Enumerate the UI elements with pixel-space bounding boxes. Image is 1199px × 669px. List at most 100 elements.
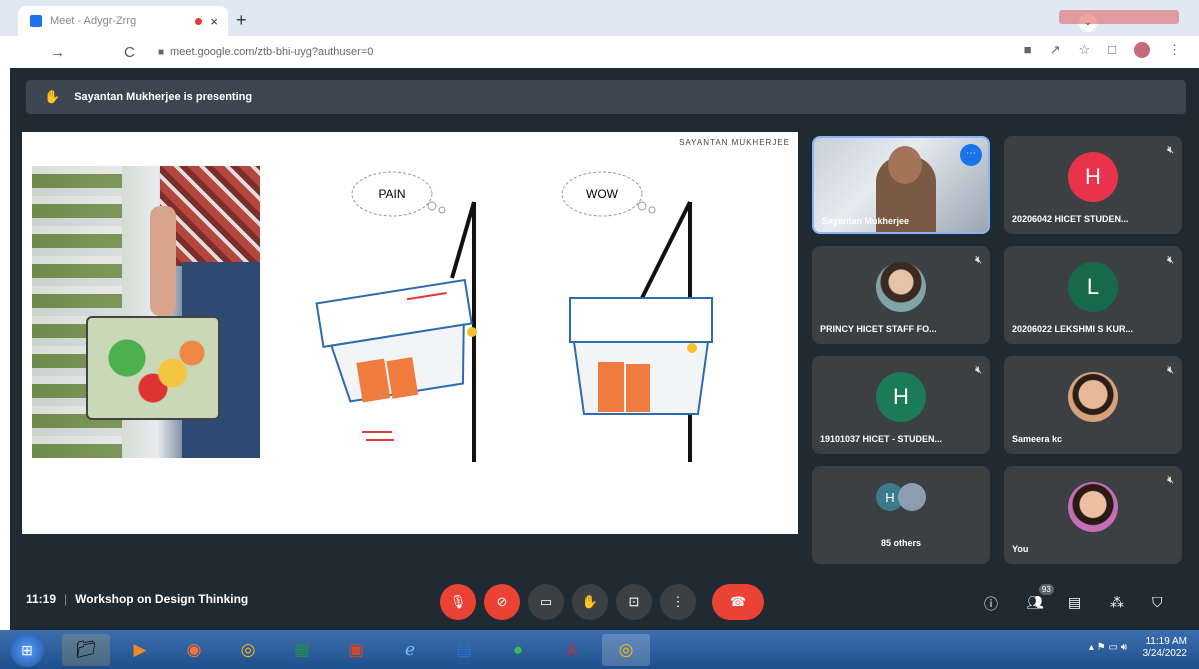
shopping-basket-photo — [32, 166, 260, 458]
participant-name: 20206042 HICET STUDEN... — [1012, 214, 1129, 224]
acrobat-icon[interactable]: ⅄ — [548, 634, 596, 666]
raise-hand-button[interactable]: ✋ — [572, 584, 608, 620]
pain-label: PAIN — [378, 187, 405, 201]
word-icon[interactable]: ▤ — [440, 634, 488, 666]
address-bar[interactable]: ■ meet.google.com/ztb-bhi-uyg?authuser=0 — [158, 41, 1058, 63]
tray-icons[interactable]: ▴ ⚑ ▭ 🔊︎ — [1089, 642, 1127, 653]
captions-button[interactable]: ▭ — [528, 584, 564, 620]
presentation-slide: SAYANTAN MUKHERJEE PAIN WOW — [22, 132, 798, 534]
reload-icon[interactable]: C — [124, 44, 148, 61]
bookmark-star-icon[interactable]: ☆ — [1078, 42, 1090, 58]
others-avatars: H — [876, 483, 926, 512]
participant-tile[interactable]: 🔇︎ H 20206042 HICET STUDEN... — [1004, 136, 1182, 234]
mic-off-icon: 🎙︎ — [449, 594, 467, 609]
more-options-button[interactable]: ⋮ — [660, 584, 696, 620]
captions-icon: ▭ — [539, 594, 553, 609]
participant-tile[interactable]: 🔇︎ L 20206022 LEKSHMI S KUR... — [1004, 246, 1182, 344]
participant-name: 20206022 LEKSHMI S KUR... — [1012, 324, 1134, 334]
participant-name: Sameera kc — [1012, 434, 1063, 444]
present-button[interactable]: ⊡ — [616, 584, 652, 620]
clock-time: 11:19 AM — [1145, 636, 1187, 647]
meet-favicon-icon — [30, 15, 42, 27]
chat-icon: ▤ — [1068, 594, 1082, 610]
participant-name: PRINCY HICET STAFF FO... — [820, 324, 937, 334]
avatar — [1068, 482, 1118, 533]
others-tile[interactable]: H 85 others — [812, 466, 990, 564]
start-button[interactable]: ⊞ — [10, 633, 44, 667]
window-controls[interactable] — [1059, 10, 1179, 24]
menu-kebab-icon[interactable]: ⋮ — [1168, 42, 1181, 58]
self-tile[interactable]: 🔇︎ You — [1004, 466, 1182, 564]
camera-off-icon: ⊘ — [496, 594, 508, 609]
avatar — [876, 262, 926, 313]
meeting-info: 11:19 | Workshop on Design Thinking — [26, 592, 249, 606]
hang-up-icon: ☎ — [729, 594, 747, 609]
shield-icon: ⛉ — [1152, 594, 1163, 610]
hand-icon: ✋ — [581, 594, 599, 609]
participant-tile[interactable]: 🔇︎ PRINCY HICET STAFF FO... — [812, 246, 990, 344]
mic-muted-icon: 🔇︎ — [1167, 364, 1174, 376]
profile-avatar[interactable] — [1134, 42, 1150, 58]
avatar — [1068, 372, 1118, 423]
mic-muted-icon: 🔇︎ — [975, 364, 982, 376]
mic-muted-icon: 🔇︎ — [1167, 254, 1174, 266]
chrome-icon[interactable]: ◎ — [224, 634, 272, 666]
participant-name: 19101037 HICET - STUDEN... — [820, 434, 943, 444]
avatar: L — [1068, 262, 1118, 313]
tab-close-icon[interactable]: × — [210, 14, 218, 29]
meet-window: ✋ Sayantan Mukherjee is presenting SAYAN… — [10, 68, 1199, 630]
basket-sketch-diagram: PAIN WOW — [315, 171, 713, 462]
mic-muted-icon: 🔇︎ — [1167, 474, 1174, 486]
camera-toggle-button[interactable]: ⊘ — [484, 584, 520, 620]
mic-toggle-button[interactable]: 🎙︎ — [440, 584, 476, 620]
meeting-details-button[interactable]: ⓘ — [984, 594, 998, 614]
participant-name: You — [1012, 544, 1029, 554]
camera-in-use-icon[interactable]: ■ — [1024, 42, 1032, 58]
browser-toolbar: → C ■ meet.google.com/ztb-bhi-uyg?authus… — [0, 36, 1199, 68]
leave-call-button[interactable]: ☎ — [712, 584, 764, 620]
host-controls-button[interactable]: ⛉ — [1152, 594, 1163, 611]
people-icon: 👥︎ — [1026, 594, 1044, 610]
share-icon[interactable]: ↗ — [1050, 42, 1061, 58]
internet-explorer-icon[interactable]: ℯ — [386, 634, 434, 666]
presenter-hand-icon: ✋ — [44, 89, 61, 104]
network-globe-icon[interactable]: ● — [494, 634, 542, 666]
presenting-text: Sayantan Mukherjee is presenting — [74, 91, 253, 103]
meeting-clock: 11:19 — [26, 592, 57, 606]
activities-button[interactable]: ⁂ — [1110, 594, 1124, 611]
powerpoint-icon[interactable]: ▣ — [332, 634, 380, 666]
participant-tile[interactable]: 🔇︎ H 19101037 HICET - STUDEN... — [812, 356, 990, 454]
os-taskbar: ⊞ 📁︎ ▶ ◉ ◎ ▦ ▣ ℯ ▤ ● ⅄ ◎ ▴ ⚑ ▭ 🔊︎ 11:19 … — [0, 630, 1199, 669]
chrome-active-icon[interactable]: ◎ — [602, 634, 650, 666]
chat-button[interactable]: ▤ — [1068, 594, 1081, 611]
info-icon: ⓘ — [984, 596, 998, 612]
browser-tab[interactable]: Meet - Adygr-Zrrg × — [18, 6, 228, 36]
presenting-banner: ✋ Sayantan Mukherjee is presenting — [26, 80, 1186, 114]
others-count-label: 85 others — [880, 538, 922, 548]
new-tab-button[interactable]: + — [236, 10, 247, 31]
participant-count-badge: 93 — [1038, 584, 1054, 595]
forward-arrow-icon[interactable]: → — [50, 44, 74, 61]
firefox-icon[interactable]: ◉ — [170, 634, 218, 666]
participant-tile[interactable]: 🔇︎ Sameera kc — [1004, 356, 1182, 454]
meeting-controls-bar: 11:19 | Workshop on Design Thinking 🎙︎ ⊘ ▭… — [10, 576, 1199, 624]
participant-tile-presenter[interactable]: ⋯ Sayantan Mukherjee — [812, 136, 990, 234]
url-text: meet.google.com/ztb-bhi-uyg?authuser=0 — [170, 46, 374, 58]
clock-date: 3/24/2022 — [1142, 648, 1188, 659]
avatar: H — [1068, 152, 1118, 203]
recording-dot-icon — [195, 17, 203, 25]
mic-muted-icon: 🔇︎ — [1167, 144, 1174, 156]
browser-tabstrip: Meet - Adygr-Zrrg × + ⌄ — [0, 0, 1199, 36]
system-clock[interactable]: 11:19 AM 3/24/2022 — [1143, 636, 1188, 660]
excel-icon[interactable]: ▦ — [278, 634, 326, 666]
activities-icon: ⁂ — [1110, 594, 1124, 610]
file-explorer-icon[interactable]: 📁︎ — [62, 634, 110, 666]
present-screen-icon: ⊡ — [628, 594, 640, 609]
tab-title: Meet - Adygr-Zrrg — [50, 15, 137, 27]
sidepanel-icon[interactable]: □ — [1108, 42, 1116, 58]
people-button[interactable]: 👥︎ 93 — [1026, 584, 1054, 611]
wow-label: WOW — [586, 187, 619, 201]
media-player-icon[interactable]: ▶ — [116, 634, 164, 666]
more-options-icon[interactable]: ⋯ — [960, 144, 982, 166]
meeting-title: Workshop on Design Thinking — [75, 592, 249, 606]
